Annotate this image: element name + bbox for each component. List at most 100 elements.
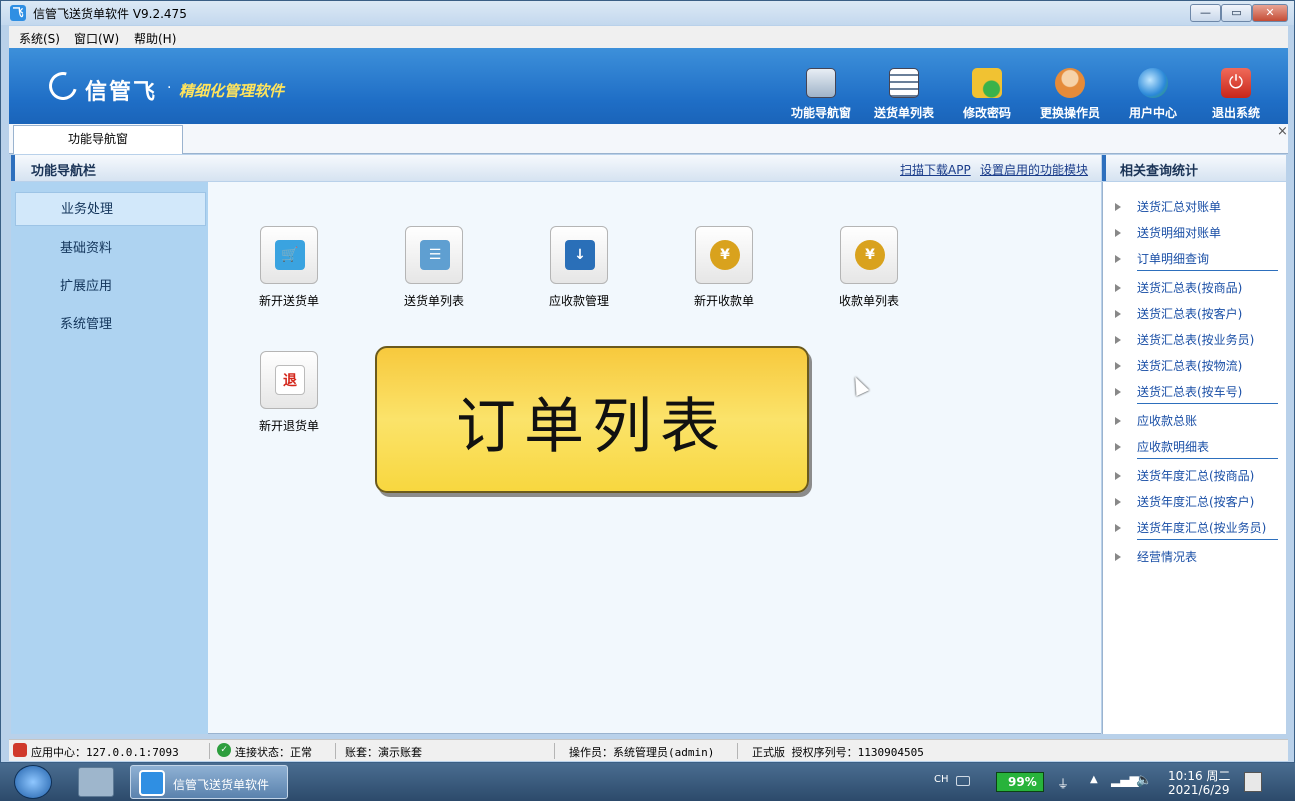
tile-label: 应收款管理 — [548, 294, 609, 308]
close-tab-icon[interactable]: × — [1277, 124, 1288, 139]
tile-label: 收款单列表 — [838, 294, 899, 308]
tile-delivery-list[interactable]: ☰ 送货单列表 — [389, 226, 479, 309]
tile-label: 新开收款单 — [693, 294, 754, 308]
tile-label: 送货单列表 — [403, 294, 464, 308]
keyboard-icon[interactable] — [956, 776, 970, 786]
network-signal-icon[interactable]: ▂▄▆ — [1111, 773, 1139, 787]
input-method-indicator[interactable]: CH — [934, 774, 949, 785]
report-list: 送货汇总对账单 送货明细对账单 订单明细查询 送货汇总表(按商品) 送货汇总表(… — [1102, 182, 1286, 734]
triangle-right-icon — [1115, 310, 1121, 318]
report-item[interactable]: 送货汇总表(按业务员) — [1115, 331, 1254, 348]
report-item[interactable]: 送货汇总表(按客户) — [1115, 305, 1242, 322]
toolbar-label: 用户中心 — [1128, 106, 1177, 120]
minimize-button[interactable]: — — [1190, 4, 1221, 22]
menu-window[interactable]: 窗口(W) — [74, 30, 119, 47]
toolbar-label: 功能导航窗 — [790, 106, 851, 120]
toolbar-label: 更换操作员 — [1039, 106, 1100, 120]
tile-new-return[interactable]: 退 新开退货单 — [244, 351, 334, 434]
nav-item-basic-data[interactable]: 基础资料 — [15, 232, 206, 266]
report-item[interactable]: 送货汇总表(按物流) — [1115, 357, 1242, 374]
triangle-right-icon — [1115, 336, 1121, 344]
divider — [737, 743, 738, 759]
toolbar-nav-window-button[interactable]: 功能导航窗 — [783, 68, 859, 124]
toolbar-delivery-list-button[interactable]: 送货单列表 — [866, 68, 942, 124]
left-panel-header: 功能导航栏 — [11, 155, 208, 181]
return-icon: 退 — [260, 351, 318, 409]
tile-new-delivery[interactable]: 🛒 新开送货单 — [244, 226, 334, 309]
triangle-right-icon — [1115, 229, 1121, 237]
status-bar: 应用中心：127.0.0.1:7093 ✓ 连接状态：正常 账套：演示账套 操作… — [9, 739, 1288, 761]
toolbar-exit-button[interactable]: ⏻ 退出系统 — [1198, 68, 1274, 124]
report-item[interactable]: 订单明细查询 — [1115, 250, 1209, 267]
taskbar-app-label: 信管飞送货单软件 — [173, 778, 270, 792]
left-panel-title: 功能导航栏 — [31, 164, 97, 179]
tile-new-receipt[interactable]: ¥ 新开收款单 — [679, 226, 769, 309]
order-list-popup[interactable]: 订单列表 — [375, 346, 809, 493]
triangle-right-icon — [1115, 472, 1121, 480]
report-item[interactable]: 应收款明细表 — [1115, 438, 1209, 455]
configure-modules-link[interactable]: 设置启用的功能模块 — [980, 161, 1088, 178]
report-item[interactable]: 送货明细对账单 — [1115, 224, 1221, 241]
menu-help[interactable]: 帮助(H) — [134, 30, 176, 47]
title-bar[interactable]: 飞 信管飞送货单软件 V9.2.475 — ▭ ✕ — [1, 1, 1294, 25]
report-item[interactable]: 送货年度汇总(按商品) — [1115, 467, 1254, 484]
clock-date[interactable]: 2021/6/29 — [1168, 783, 1230, 797]
left-nav: 业务处理 基础资料 扩展应用 系统管理 — [11, 182, 208, 734]
report-item[interactable]: 送货汇总表(按车号) — [1115, 383, 1242, 400]
cart-list-icon: ☰ — [405, 226, 463, 284]
toolbar-label: 送货单列表 — [873, 106, 934, 120]
app-window: 飞 信管飞送货单软件 V9.2.475 — ▭ ✕ 系统(S) 窗口(W) 帮助… — [0, 0, 1295, 763]
report-item[interactable]: 应收款总账 — [1115, 412, 1197, 429]
triangle-right-icon — [1115, 362, 1121, 370]
tile-receivables[interactable]: ↓ 应收款管理 — [534, 226, 624, 309]
divider — [1137, 539, 1278, 540]
report-item[interactable]: 经营情况表 — [1115, 548, 1197, 565]
close-button[interactable]: ✕ — [1252, 4, 1288, 22]
brand-name: 信管飞 — [85, 80, 158, 105]
status-account: 账套：演示账套 — [345, 746, 422, 759]
toolbar-label: 退出系统 — [1211, 106, 1260, 120]
app-logo-icon: 飞 — [10, 5, 26, 21]
toolbar-label: 修改密码 — [962, 106, 1011, 120]
divider — [1137, 270, 1278, 271]
menu-system[interactable]: 系统(S) — [19, 30, 60, 47]
start-button-icon[interactable] — [14, 765, 52, 799]
toolbar-switch-operator-button[interactable]: 更换操作员 — [1032, 68, 1108, 124]
status-connection: 连接状态：正常 — [235, 746, 312, 759]
volume-icon[interactable]: 🔈 — [1136, 773, 1152, 788]
status-app-center: 应用中心：127.0.0.1:7093 — [31, 746, 179, 759]
report-item[interactable]: 送货汇总对账单 — [1115, 198, 1221, 215]
nav-item-business[interactable]: 业务处理 — [15, 192, 206, 226]
right-panel-title: 相关查询统计 — [1120, 164, 1199, 179]
list-icon — [889, 68, 919, 98]
calculator-icon[interactable] — [78, 767, 114, 797]
nav-item-extensions[interactable]: 扩展应用 — [15, 270, 206, 304]
clock-time[interactable]: 10:16 周二 — [1168, 767, 1230, 784]
tile-label: 新开退货单 — [258, 419, 319, 433]
show-hidden-icons-icon[interactable]: ▲ — [1090, 774, 1098, 785]
window-title: 信管飞送货单软件 V9.2.475 — [33, 7, 187, 21]
divider — [1137, 403, 1278, 404]
tile-receipt-list[interactable]: ¥ 收款单列表 — [824, 226, 914, 309]
brand-slogan: 精细化管理软件 — [179, 82, 285, 100]
nav-item-system-admin[interactable]: 系统管理 — [15, 308, 206, 342]
scan-download-app-link[interactable]: 扫描下载APP — [900, 161, 971, 178]
divider — [554, 743, 555, 759]
triangle-right-icon — [1115, 443, 1121, 451]
right-panel-header: 相关查询统计 — [1102, 155, 1286, 181]
toolbar-user-center-button[interactable]: 用户中心 — [1115, 68, 1191, 124]
tab-nav-window[interactable]: 功能导航窗 — [13, 125, 183, 154]
center-header: 扫描下载APP 设置启用的功能模块 — [208, 155, 1101, 181]
maximize-button[interactable]: ▭ — [1221, 4, 1252, 22]
globe-icon — [1138, 68, 1168, 98]
show-desktop-notes-icon[interactable] — [1244, 772, 1262, 792]
popup-text: 订单列表 — [456, 392, 728, 462]
power-plug-icon: ⏚ — [1057, 777, 1070, 791]
report-item[interactable]: 送货年度汇总(按业务员) — [1115, 519, 1266, 536]
toolbar-change-password-button[interactable]: 修改密码 — [949, 68, 1025, 124]
report-item[interactable]: 送货年度汇总(按客户) — [1115, 493, 1254, 510]
triangle-right-icon — [1115, 255, 1121, 263]
report-item[interactable]: 送货汇总表(按商品) — [1115, 279, 1242, 296]
battery-level: 99% — [1008, 775, 1037, 789]
taskbar-app-button[interactable]: 信管飞送货单软件 — [130, 765, 288, 799]
